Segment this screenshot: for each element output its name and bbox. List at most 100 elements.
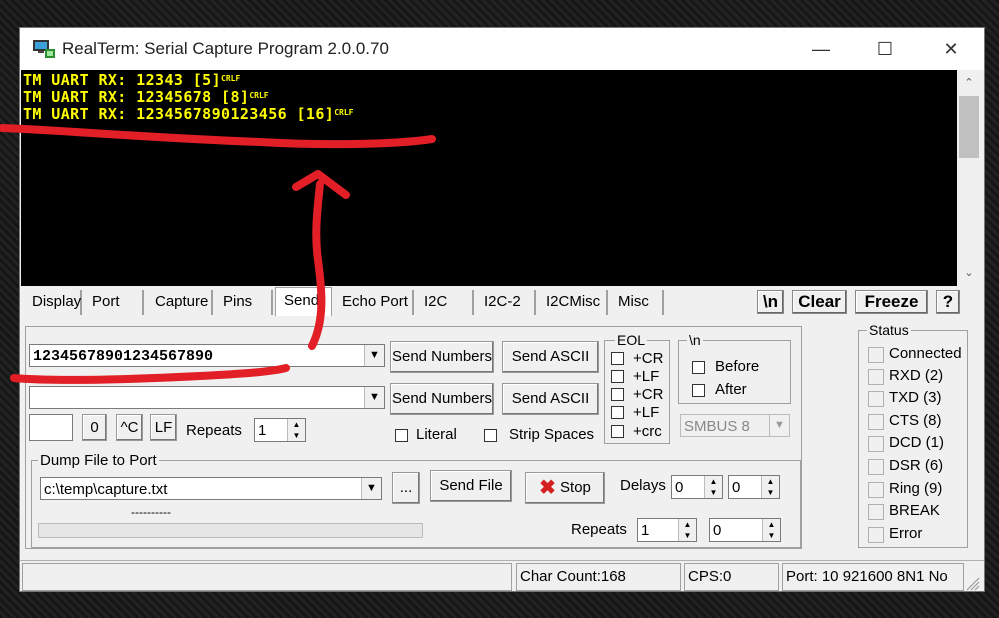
dump-repeats-1-spinner[interactable]: 1 ▲ ▼ [637, 518, 697, 542]
status-txd: TXD (3) [868, 388, 964, 408]
realterm-app-icon [33, 40, 55, 58]
status-dcd: DCD (1) [868, 433, 964, 453]
eol-cr-checkbox[interactable] [611, 352, 624, 365]
chevron-down-icon[interactable]: ▼ [361, 478, 381, 499]
title-bar[interactable]: RealTerm: Serial Capture Program 2.0.0.7… [20, 28, 984, 70]
dump-repeats-2-spinner[interactable]: 0 ▲ ▼ [709, 518, 781, 542]
eol-crc-label: +crc [633, 423, 662, 440]
terminal-scrollbar[interactable]: ⌃ ⌄ [957, 70, 981, 286]
eol-crc-checkbox[interactable] [611, 425, 624, 438]
dump-progress-text: ---------- [131, 505, 171, 519]
tab-capture[interactable]: Capture [147, 290, 213, 315]
repeats-spinner[interactable]: 1 ▲ ▼ [254, 418, 306, 442]
send-zero-button[interactable]: 0 [82, 414, 107, 441]
newline-group: \n Before After [678, 332, 791, 404]
send-numbers-button-2[interactable]: Send Numbers [390, 383, 494, 415]
scroll-up-icon[interactable]: ⌃ [957, 74, 981, 92]
eol-group-title: EOL [615, 332, 648, 348]
send-input-1[interactable]: 12345678901234567890 ▼ [29, 344, 385, 367]
tab-echo-port[interactable]: Echo Port [334, 290, 414, 315]
tab-send[interactable]: Send [275, 287, 332, 316]
status-label: CTS (8) [889, 412, 942, 429]
chevron-down-icon[interactable]: ▼ [364, 387, 384, 408]
send-ctrl-c-button[interactable]: ^C [116, 414, 143, 441]
eol-cr-2-checkbox[interactable] [611, 388, 624, 401]
tab-pins[interactable]: Pins [215, 290, 273, 315]
send-ascii-button-2[interactable]: Send ASCII [502, 383, 599, 415]
status-label: BREAK [889, 502, 940, 519]
send-input-1-value: 12345678901234567890 [33, 348, 214, 365]
delay-2-spinner[interactable]: 0 ▲ ▼ [728, 475, 780, 499]
minimize-button[interactable]: — [798, 33, 844, 65]
terminal-display[interactable]: TM UART RX: 12343 [5]CRLF TM UART RX: 12… [21, 70, 957, 286]
tab-i2cmisc[interactable]: I2CMisc [538, 290, 608, 315]
status-break: BREAK [868, 501, 964, 521]
tab-i2c[interactable]: I2C [416, 290, 474, 315]
terminal-line: TM UART RX: 1234567890123456 [16]CRLF [23, 105, 353, 123]
status-led [868, 414, 884, 430]
after-checkbox[interactable] [692, 384, 705, 397]
resize-grip-icon[interactable] [966, 577, 980, 591]
tab-misc[interactable]: Misc [610, 290, 664, 315]
send-ascii-button-1[interactable]: Send ASCII [502, 341, 599, 373]
smbus-value: SMBUS 8 [684, 418, 750, 435]
help-button[interactable]: ? [936, 290, 960, 314]
tab-i2c-2[interactable]: I2C-2 [476, 290, 536, 315]
send-lf-button[interactable]: LF [150, 414, 177, 441]
status-ring: Ring (9) [868, 479, 964, 499]
eol-cr-label: +CR [633, 350, 664, 367]
delay-1-spinner[interactable]: 0 ▲ ▼ [671, 475, 723, 499]
eol-lf-2-checkbox[interactable] [611, 406, 624, 419]
spin-arrows-icon[interactable]: ▲ ▼ [287, 419, 305, 441]
send-numbers-button-1[interactable]: Send Numbers [390, 341, 494, 373]
eol-lf-checkbox[interactable] [611, 370, 624, 383]
close-button[interactable]: ✕ [928, 33, 974, 65]
eol-lf-label: +LF [633, 368, 660, 385]
send-input-2[interactable]: ▼ [29, 386, 385, 409]
scroll-down-icon[interactable]: ⌄ [957, 264, 981, 282]
browse-button[interactable]: ... [392, 472, 420, 504]
status-led [868, 436, 884, 452]
chevron-down-icon[interactable]: ▼ [769, 415, 789, 436]
status-led [868, 347, 884, 363]
chevron-down-icon[interactable]: ▼ [364, 345, 384, 366]
status-led [868, 482, 884, 498]
scroll-thumb[interactable] [959, 96, 979, 158]
stop-button[interactable]: ✖ Stop [525, 472, 605, 504]
status-label: RXD (2) [889, 367, 944, 384]
status-label: Ring (9) [889, 480, 943, 497]
spin-arrows-icon[interactable]: ▲ ▼ [762, 519, 780, 541]
dump-file-input[interactable]: c:\temp\capture.txt ▼ [40, 477, 382, 500]
after-label: After [715, 381, 747, 398]
dump-progress-bar [38, 523, 423, 538]
status-led [868, 391, 884, 407]
tab-port[interactable]: Port [84, 290, 144, 315]
send-file-button[interactable]: Send File [430, 470, 512, 502]
status-title: Status [867, 322, 911, 338]
strip-spaces-checkbox[interactable] [484, 429, 497, 442]
spin-arrows-icon[interactable]: ▲ ▼ [761, 476, 779, 498]
byte-input[interactable] [29, 414, 73, 441]
tab-display[interactable]: Display [24, 290, 82, 315]
before-checkbox[interactable] [692, 361, 705, 374]
crlf-marker: CRLF [334, 108, 354, 117]
eol-lf-2-label: +LF [633, 404, 660, 421]
terminal-line-text: TM UART RX: 12345678 [8] [23, 88, 250, 106]
realterm-window: RealTerm: Serial Capture Program 2.0.0.7… [19, 27, 985, 592]
before-label: Before [715, 358, 760, 375]
port-readout: Port: 10 921600 8N1 No [782, 563, 964, 591]
newline-button[interactable]: \n [757, 290, 784, 314]
freeze-button[interactable]: Freeze [855, 290, 928, 314]
eol-cr-2-label: +CR [633, 386, 664, 403]
literal-checkbox[interactable] [395, 429, 408, 442]
status-label: DCD (1) [889, 434, 944, 451]
dump-file-value: c:\temp\capture.txt [44, 481, 168, 498]
maximize-button[interactable]: ☐ [862, 33, 908, 65]
spin-arrows-icon[interactable]: ▲ ▼ [704, 476, 722, 498]
clear-button[interactable]: Clear [792, 290, 847, 314]
delay-2-value: 0 [732, 479, 741, 496]
cps-readout: CPS:0 [684, 563, 779, 591]
smbus-select[interactable]: SMBUS 8 ▼ [680, 414, 790, 437]
status-led [868, 369, 884, 385]
spin-arrows-icon[interactable]: ▲ ▼ [678, 519, 696, 541]
